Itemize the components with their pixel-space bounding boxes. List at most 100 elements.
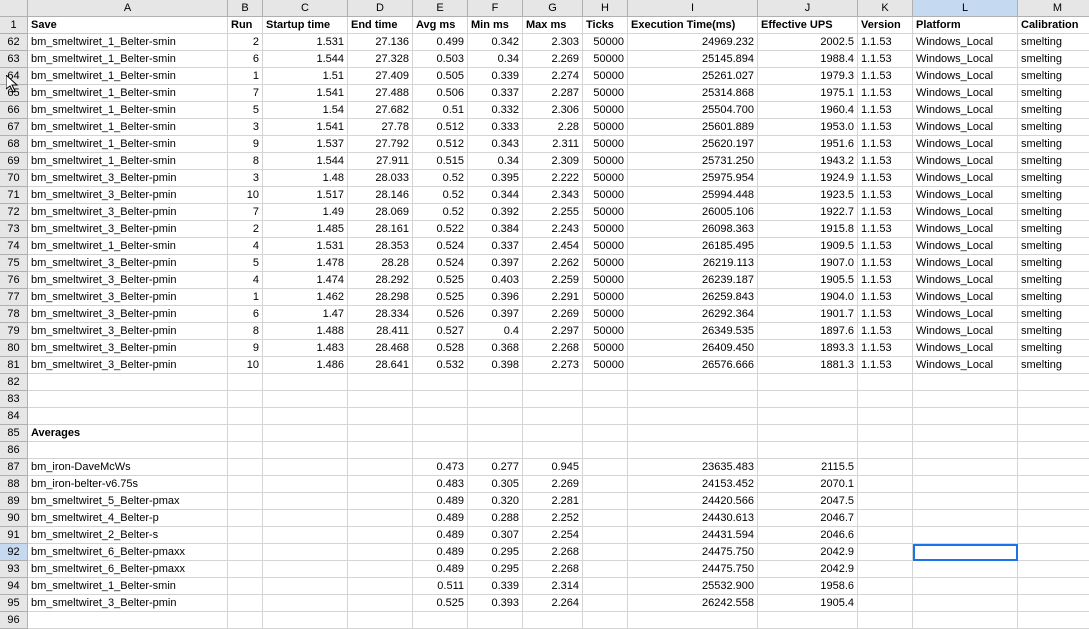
cell-a[interactable]: Averages bbox=[28, 425, 228, 442]
cell-g[interactable]: 0.945 bbox=[523, 459, 583, 476]
cell-m[interactable] bbox=[1018, 544, 1089, 561]
cell-j[interactable]: 1943.2 bbox=[758, 153, 858, 170]
cell-b[interactable]: 10 bbox=[228, 187, 263, 204]
cell-i[interactable]: 24153.452 bbox=[628, 476, 758, 493]
cell-m[interactable]: smelting bbox=[1018, 51, 1089, 68]
cell-m[interactable]: smelting bbox=[1018, 306, 1089, 323]
cell-h[interactable]: 50000 bbox=[583, 102, 628, 119]
cell-m[interactable] bbox=[1018, 374, 1089, 391]
header-cell[interactable]: Ticks bbox=[583, 17, 628, 34]
header-cell[interactable]: Save bbox=[28, 17, 228, 34]
cell-d[interactable]: 28.411 bbox=[348, 323, 413, 340]
cell-d[interactable]: 28.146 bbox=[348, 187, 413, 204]
cell-k[interactable]: 1.1.53 bbox=[858, 357, 913, 374]
cell-a[interactable]: bm_smeltwiret_3_Belter-pmin bbox=[28, 306, 228, 323]
cell-l[interactable]: Windows_Local bbox=[913, 255, 1018, 272]
cell-h[interactable] bbox=[583, 561, 628, 578]
cell-c[interactable] bbox=[263, 493, 348, 510]
cell-k[interactable]: 1.1.53 bbox=[858, 187, 913, 204]
cell-b[interactable]: 2 bbox=[228, 34, 263, 51]
cell-c[interactable]: 1.485 bbox=[263, 221, 348, 238]
cell-d[interactable]: 27.78 bbox=[348, 119, 413, 136]
cell-b[interactable] bbox=[228, 493, 263, 510]
cell-m[interactable] bbox=[1018, 578, 1089, 595]
cell-j[interactable]: 2042.9 bbox=[758, 561, 858, 578]
cell-f[interactable]: 0.288 bbox=[468, 510, 523, 527]
cell-l[interactable]: Windows_Local bbox=[913, 170, 1018, 187]
spreadsheet-grid[interactable]: ABCDEFGHIJKLM1SaveRunStartup timeEnd tim… bbox=[0, 0, 1089, 629]
cell-j[interactable]: 1897.6 bbox=[758, 323, 858, 340]
cell-e[interactable]: 0.532 bbox=[413, 357, 468, 374]
cell-b[interactable]: 9 bbox=[228, 136, 263, 153]
cell-m[interactable]: smelting bbox=[1018, 34, 1089, 51]
header-cell[interactable]: Run bbox=[228, 17, 263, 34]
cell-e[interactable]: 0.489 bbox=[413, 544, 468, 561]
cell-h[interactable] bbox=[583, 425, 628, 442]
cell-j[interactable]: 1951.6 bbox=[758, 136, 858, 153]
cell-c[interactable]: 1.54 bbox=[263, 102, 348, 119]
column-header-D[interactable]: D bbox=[348, 0, 413, 17]
cell-d[interactable] bbox=[348, 476, 413, 493]
cell-b[interactable] bbox=[228, 408, 263, 425]
cell-h[interactable]: 50000 bbox=[583, 238, 628, 255]
cell-l[interactable] bbox=[913, 374, 1018, 391]
cell-h[interactable] bbox=[583, 408, 628, 425]
cell-k[interactable]: 1.1.53 bbox=[858, 153, 913, 170]
cell-e[interactable]: 0.483 bbox=[413, 476, 468, 493]
cell-j[interactable]: 1881.3 bbox=[758, 357, 858, 374]
cell-c[interactable] bbox=[263, 391, 348, 408]
cell-h[interactable] bbox=[583, 476, 628, 493]
cell-e[interactable]: 0.527 bbox=[413, 323, 468, 340]
cell-d[interactable] bbox=[348, 595, 413, 612]
cell-k[interactable]: 1.1.53 bbox=[858, 238, 913, 255]
cell-b[interactable]: 1 bbox=[228, 289, 263, 306]
cell-i[interactable] bbox=[628, 374, 758, 391]
cell-k[interactable] bbox=[858, 561, 913, 578]
cell-f[interactable]: 0.320 bbox=[468, 493, 523, 510]
cell-f[interactable]: 0.392 bbox=[468, 204, 523, 221]
cell-g[interactable] bbox=[523, 442, 583, 459]
cell-c[interactable]: 1.462 bbox=[263, 289, 348, 306]
cell-k[interactable] bbox=[858, 544, 913, 561]
cell-l[interactable]: Windows_Local bbox=[913, 51, 1018, 68]
cell-e[interactable]: 0.525 bbox=[413, 272, 468, 289]
cell-b[interactable] bbox=[228, 459, 263, 476]
cell-b[interactable] bbox=[228, 527, 263, 544]
cell-g[interactable]: 2.311 bbox=[523, 136, 583, 153]
cell-b[interactable]: 6 bbox=[228, 51, 263, 68]
cell-d[interactable]: 27.682 bbox=[348, 102, 413, 119]
cell-a[interactable]: bm_smeltwiret_1_Belter-smin bbox=[28, 102, 228, 119]
cell-d[interactable] bbox=[348, 425, 413, 442]
cell-f[interactable]: 0.295 bbox=[468, 561, 523, 578]
cell-b[interactable]: 6 bbox=[228, 306, 263, 323]
cell-k[interactable]: 1.1.53 bbox=[858, 204, 913, 221]
cell-d[interactable]: 28.033 bbox=[348, 170, 413, 187]
cell-g[interactable]: 2.306 bbox=[523, 102, 583, 119]
cell-j[interactable]: 2115.5 bbox=[758, 459, 858, 476]
cell-e[interactable]: 0.499 bbox=[413, 34, 468, 51]
cell-b[interactable]: 2 bbox=[228, 221, 263, 238]
cell-i[interactable] bbox=[628, 425, 758, 442]
column-header-L[interactable]: L bbox=[913, 0, 1018, 17]
cell-g[interactable]: 2.269 bbox=[523, 476, 583, 493]
row-header[interactable]: 76 bbox=[0, 272, 28, 289]
cell-j[interactable]: 1958.6 bbox=[758, 578, 858, 595]
cell-l[interactable] bbox=[913, 544, 1018, 561]
row-header[interactable]: 86 bbox=[0, 442, 28, 459]
cell-i[interactable]: 26409.450 bbox=[628, 340, 758, 357]
cell-j[interactable]: 1975.1 bbox=[758, 85, 858, 102]
cell-b[interactable]: 5 bbox=[228, 255, 263, 272]
cell-d[interactable] bbox=[348, 510, 413, 527]
cell-e[interactable]: 0.52 bbox=[413, 187, 468, 204]
row-header[interactable]: 90 bbox=[0, 510, 28, 527]
cell-g[interactable]: 2.262 bbox=[523, 255, 583, 272]
cell-h[interactable] bbox=[583, 391, 628, 408]
cell-g[interactable]: 2.268 bbox=[523, 340, 583, 357]
row-header[interactable]: 74 bbox=[0, 238, 28, 255]
header-cell[interactable]: Platform bbox=[913, 17, 1018, 34]
cell-g[interactable]: 2.268 bbox=[523, 544, 583, 561]
row-header[interactable]: 68 bbox=[0, 136, 28, 153]
cell-g[interactable]: 2.297 bbox=[523, 323, 583, 340]
cell-a[interactable]: bm_smeltwiret_2_Belter-s bbox=[28, 527, 228, 544]
cell-j[interactable] bbox=[758, 442, 858, 459]
